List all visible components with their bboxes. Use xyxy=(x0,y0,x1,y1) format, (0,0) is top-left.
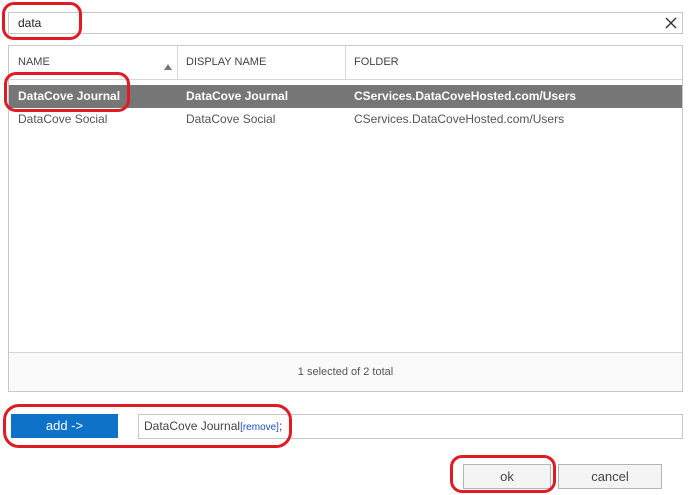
selection-count: 1 selected of 2 total xyxy=(9,352,682,391)
cell-display-name: DataCove Social xyxy=(186,112,276,126)
table-header: NAME DISPLAY NAME FOLDER xyxy=(9,46,682,80)
cancel-button[interactable]: cancel xyxy=(558,464,662,489)
remove-link[interactable]: [remove] xyxy=(240,422,279,433)
column-header-display-name[interactable]: DISPLAY NAME xyxy=(177,46,345,79)
search-box xyxy=(8,12,683,34)
cell-display-name: DataCove Journal xyxy=(186,89,289,103)
cell-folder: CServices.DataCoveHosted.com/Users xyxy=(354,89,577,103)
selected-items-field[interactable]: DataCove Journal[remove]; xyxy=(138,414,683,439)
selected-item: DataCove Journal[remove]; xyxy=(144,419,283,433)
table-row[interactable]: DataCove Social DataCove Social CService… xyxy=(9,108,682,131)
search-input[interactable] xyxy=(18,14,638,32)
table-row[interactable]: DataCove Journal DataCove Journal CServi… xyxy=(9,85,682,108)
column-header-folder[interactable]: FOLDER xyxy=(345,46,682,79)
close-icon[interactable] xyxy=(664,15,678,31)
results-table: NAME DISPLAY NAME FOLDER DataCove Journa… xyxy=(8,45,683,392)
add-button[interactable]: add -> xyxy=(11,414,118,438)
cell-name: DataCove Journal xyxy=(18,89,121,103)
ok-button[interactable]: ok xyxy=(463,464,551,489)
cell-name: DataCove Social xyxy=(18,112,108,126)
column-header-name[interactable]: NAME xyxy=(9,46,177,79)
sort-ascending-icon xyxy=(164,59,172,70)
cell-folder: CServices.DataCoveHosted.com/Users xyxy=(354,112,565,126)
